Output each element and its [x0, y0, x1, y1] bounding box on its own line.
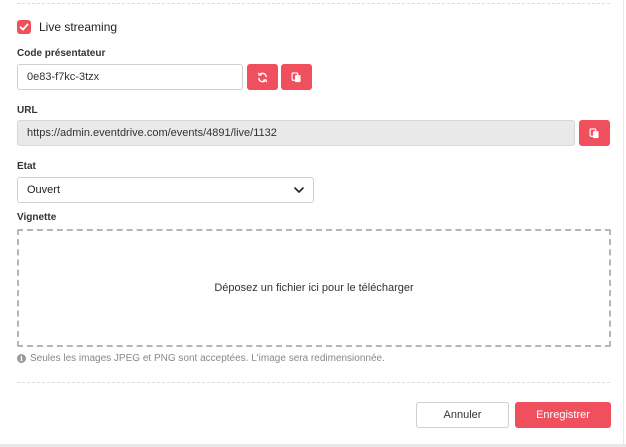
- thumbnail-help-text: Seules les images JPEG et PNG sont accep…: [30, 353, 385, 364]
- cancel-button[interactable]: Annuler: [416, 402, 509, 428]
- live-streaming-checkbox[interactable]: [17, 20, 31, 34]
- presenter-code-input[interactable]: 0e83-f7kc-3tzx: [17, 64, 243, 90]
- live-streaming-label: Live streaming: [39, 20, 118, 34]
- regenerate-code-button[interactable]: [247, 64, 278, 90]
- url-field[interactable]: https://admin.eventdrive.com/events/4891…: [17, 120, 575, 146]
- top-divider: [17, 3, 610, 4]
- thumbnail-help: i Seules les images JPEG et PNG sont acc…: [17, 353, 385, 364]
- copy-icon: [589, 127, 599, 138]
- state-label: Etat: [17, 161, 36, 172]
- dropzone-text: Déposez un fichier ici pour le télécharg…: [214, 282, 414, 294]
- chevron-down-icon: [294, 187, 304, 193]
- save-button[interactable]: Enregistrer: [515, 402, 611, 428]
- info-icon: i: [17, 354, 26, 363]
- check-icon: [19, 23, 29, 31]
- state-select[interactable]: Ouvert: [17, 177, 314, 203]
- thumbnail-dropzone[interactable]: Déposez un fichier ici pour le télécharg…: [17, 229, 611, 347]
- url-label: URL: [17, 105, 38, 116]
- copy-code-button[interactable]: [281, 64, 312, 90]
- refresh-icon: [257, 72, 268, 82]
- live-streaming-checkbox-row[interactable]: Live streaming: [17, 19, 117, 35]
- footer-divider: [17, 382, 610, 383]
- thumbnail-label: Vignette: [17, 212, 57, 223]
- presenter-code-label: Code présentateur: [17, 48, 106, 59]
- state-selected-value: Ouvert: [27, 184, 61, 196]
- form-panel: Live streaming Code présentateur 0e83-f7…: [0, 0, 624, 447]
- copy-icon: [291, 71, 301, 82]
- copy-url-button[interactable]: [579, 120, 610, 146]
